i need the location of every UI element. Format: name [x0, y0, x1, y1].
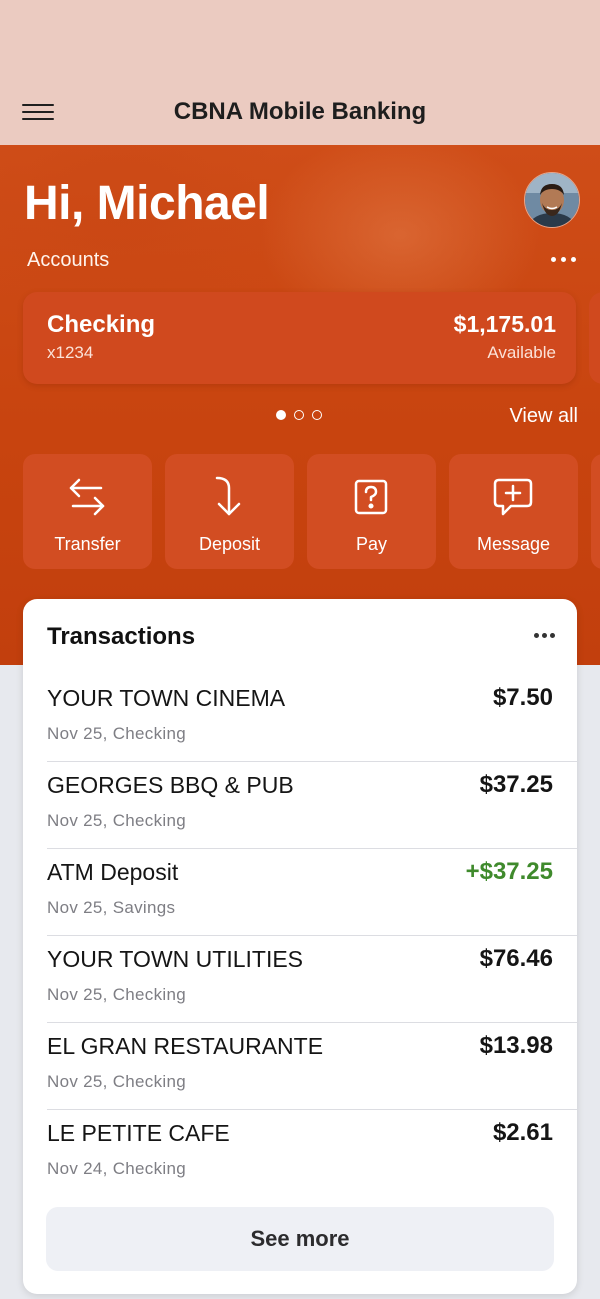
account-balance-label: Available — [487, 343, 556, 362]
transaction-amount: $37.25 — [479, 771, 553, 798]
account-name: Checking — [47, 311, 156, 338]
transaction-name: ATM Deposit — [47, 859, 179, 885]
greeting: Hi, Michael — [24, 177, 270, 230]
message-label: Message — [476, 534, 551, 554]
transaction-meta: Nov 24, Checking — [47, 1159, 186, 1178]
transaction-row[interactable]: LE PETITE CAFE Nov 24, Checking $2.61 — [23, 1110, 577, 1197]
transactions-more-icon[interactable] — [532, 629, 558, 643]
transaction-row[interactable]: YOUR TOWN CINEMA Nov 25, Checking $7.50 — [23, 675, 577, 762]
account-number: x1234 — [47, 343, 94, 362]
deposit-button[interactable]: Deposit — [165, 454, 294, 569]
profile-avatar[interactable] — [524, 172, 580, 228]
more-actions-peek[interactable] — [591, 454, 600, 569]
account-card-checking[interactable]: Checking x1234 $1,175.01 Available — [23, 292, 576, 384]
pager-dot-2[interactable] — [294, 410, 304, 420]
pay-button[interactable]: Pay — [307, 454, 436, 569]
transaction-meta: Nov 25, Checking — [47, 811, 186, 830]
accounts-more-icon[interactable] — [549, 250, 579, 268]
transactions-title: Transactions — [47, 623, 196, 650]
transaction-row[interactable]: YOUR TOWN UTILITIES Nov 25, Checking $76… — [23, 936, 577, 1023]
message-button[interactable]: Message — [449, 454, 578, 569]
view-all-link[interactable]: View all — [509, 405, 578, 428]
see-more-button[interactable]: See more — [46, 1207, 554, 1271]
transaction-row[interactable]: EL GRAN RESTAURANTE Nov 25, Checking $13… — [23, 1023, 577, 1110]
transaction-name: YOUR TOWN UTILITIES — [47, 946, 304, 972]
account-balance: $1,175.01 — [453, 311, 556, 337]
transaction-meta: Nov 25, Checking — [47, 724, 186, 743]
accounts-label: Accounts — [27, 249, 110, 271]
transaction-name: YOUR TOWN CINEMA — [47, 685, 286, 711]
app-title: CBNA Mobile Banking — [173, 98, 427, 125]
pay-question-icon — [354, 479, 388, 515]
transfer-arrows-icon — [69, 478, 105, 516]
transaction-meta: Nov 25, Savings — [47, 898, 176, 917]
pager-dot-3[interactable] — [312, 410, 322, 420]
message-plus-icon — [493, 478, 533, 516]
transaction-name: GEORGES BBQ & PUB — [47, 772, 294, 798]
transaction-name: EL GRAN RESTAURANTE — [47, 1033, 324, 1059]
transaction-amount: $13.98 — [479, 1032, 553, 1059]
transfer-button[interactable]: Transfer — [23, 454, 152, 569]
pay-label: Pay — [355, 534, 388, 554]
transaction-amount: $76.46 — [479, 945, 553, 972]
transactions-panel: Transactions YOUR TOWN CINEMA Nov 25, Ch… — [23, 599, 577, 1294]
pager-dot-1[interactable] — [276, 410, 286, 420]
transaction-meta: Nov 25, Checking — [47, 1072, 186, 1091]
transaction-amount: $2.61 — [492, 1119, 553, 1146]
transfer-label: Transfer — [54, 534, 121, 554]
transaction-row[interactable]: GEORGES BBQ & PUB Nov 25, Checking $37.2… — [23, 762, 577, 849]
transaction-amount: $7.50 — [492, 684, 553, 711]
transaction-amount: +$37.25 — [465, 858, 553, 885]
transaction-meta: Nov 25, Checking — [47, 985, 186, 1004]
app-header: CBNA Mobile Banking — [0, 0, 600, 145]
deposit-label: Deposit — [198, 534, 261, 554]
deposit-arrow-icon — [215, 476, 241, 516]
transaction-name: LE PETITE CAFE — [47, 1120, 230, 1146]
transaction-row[interactable]: ATM Deposit Nov 25, Savings +$37.25 — [23, 849, 577, 936]
account-card-next[interactable] — [589, 292, 600, 384]
